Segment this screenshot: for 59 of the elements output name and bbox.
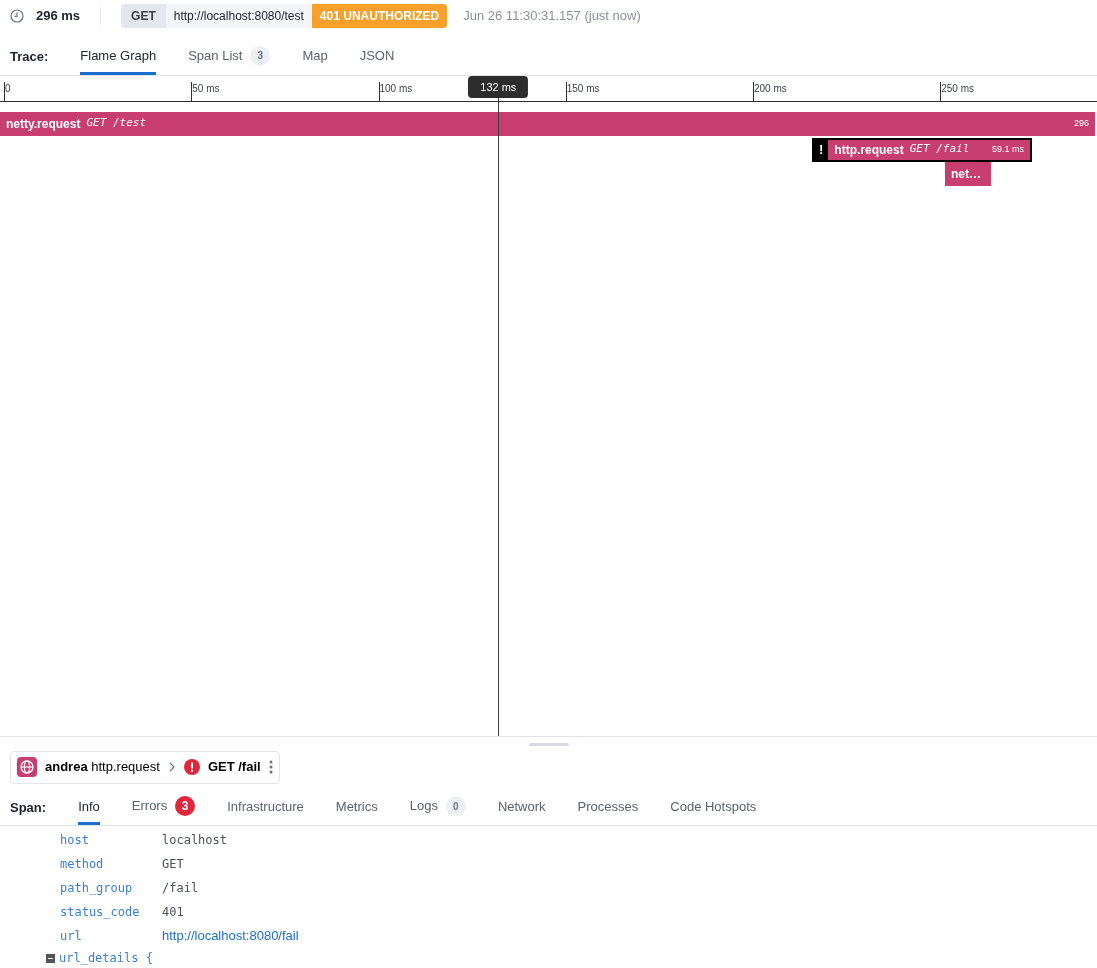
span-bar[interactable]: netty.request GET /test 296 xyxy=(0,111,1095,136)
count-badge: 3 xyxy=(175,796,196,816)
more-icon[interactable] xyxy=(268,759,273,775)
service-operation: andrea http.request xyxy=(45,758,160,777)
attribute-value: /fail xyxy=(162,880,199,897)
attribute-key: path_group xyxy=(60,879,162,897)
tab[interactable]: Processes xyxy=(577,796,639,825)
span-resource: GET /fail xyxy=(909,141,970,158)
resize-handle[interactable] xyxy=(528,742,569,746)
tabs-label: Span: xyxy=(10,798,47,817)
tick-label: 200 ms xyxy=(753,81,787,101)
tab[interactable]: JSON xyxy=(359,46,395,75)
span-name: netty.request xyxy=(6,115,81,133)
tab[interactable]: Info xyxy=(78,796,100,825)
tab[interactable]: Map xyxy=(302,46,328,75)
tab[interactable]: Metrics xyxy=(335,796,378,825)
tab[interactable]: Errors 3 xyxy=(131,796,196,825)
span-name: http.request xyxy=(834,141,904,159)
clock-icon xyxy=(10,8,24,23)
attribute-key: status_code xyxy=(60,903,162,921)
span-name: net… xyxy=(951,165,981,183)
span-duration: 296 xyxy=(1073,116,1089,130)
count-badge: 0 xyxy=(445,796,466,816)
tick-label: 50 ms xyxy=(191,81,220,101)
attribute-key: host xyxy=(60,831,162,849)
status-badge: 401 UNAUTHORIZED xyxy=(311,3,448,28)
attribute-value: GET xyxy=(162,856,184,873)
tick-label: 150 ms xyxy=(565,81,600,101)
trace-duration: 296 ms xyxy=(36,7,81,26)
tick-label: 0 xyxy=(4,81,11,101)
attribute-key: url_details { xyxy=(59,949,153,967)
error-icon: ! xyxy=(814,139,829,160)
attribute-key: url xyxy=(60,927,162,945)
timestamp: Jun 26 11:30:31.157 (just now) xyxy=(463,7,641,26)
span-resource: GET /fail xyxy=(207,758,261,777)
request-url: http://localhost:8080/test xyxy=(165,3,312,28)
tab[interactable]: Span List 3 xyxy=(188,45,271,75)
tab[interactable]: Code Hotspots xyxy=(670,796,757,825)
tick-label: 250 ms xyxy=(940,81,975,101)
collapse-toggle[interactable] xyxy=(46,953,55,963)
attribute-key: method xyxy=(60,855,162,873)
attribute-value: localhost xyxy=(162,832,228,849)
chevron-right-icon xyxy=(167,762,176,772)
attribute-value: 401 xyxy=(162,904,184,921)
tick-label: 100 ms xyxy=(378,81,413,101)
cursor-time-label: 132 ms xyxy=(468,75,529,99)
tab[interactable]: Logs 0 xyxy=(409,796,466,825)
tabs-label: Trace: xyxy=(10,48,49,67)
attribute-link[interactable]: http://localhost:8080/fail xyxy=(162,926,299,946)
globe-icon xyxy=(17,757,37,777)
tab[interactable]: Infrastructure xyxy=(227,796,304,825)
span-duration: 59.1 ms xyxy=(992,142,1024,156)
count-badge: 3 xyxy=(250,45,271,66)
http-method: GET xyxy=(121,3,166,28)
tab[interactable]: Network xyxy=(497,796,546,825)
span-bar[interactable]: net… xyxy=(945,161,991,186)
span-resource: GET /test xyxy=(86,115,147,132)
tab[interactable]: Flame Graph xyxy=(80,46,157,75)
span-bar[interactable]: ! http.request GET /fail 59.1 ms xyxy=(812,137,1032,162)
